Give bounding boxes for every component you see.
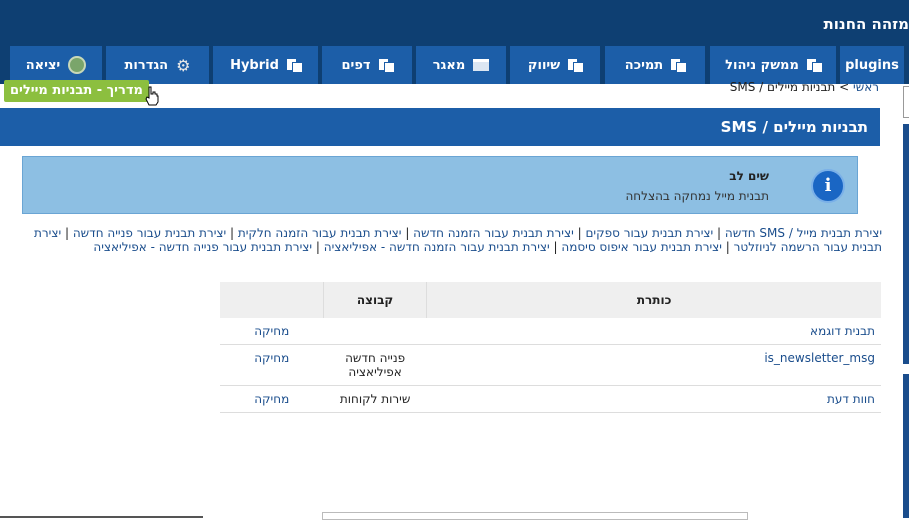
pages-icon — [568, 59, 582, 71]
breadcrumb-separator: > — [835, 80, 853, 94]
row-action-cell: מחיקה — [220, 318, 323, 345]
tab-hybrid[interactable]: Hybrid — [213, 46, 318, 84]
table-row: תבנית דוגמא מחיקה — [220, 318, 881, 345]
row-group-cell — [323, 318, 426, 345]
row-title-cell: is_newsletter_msg — [427, 345, 881, 386]
delete-link[interactable]: מחיקה — [254, 324, 289, 338]
column-group-header: קבוצה — [323, 282, 426, 318]
breadcrumb-home-link[interactable]: ראשי — [853, 80, 879, 94]
right-panel-edge — [903, 374, 909, 518]
top-bar: מזהה החנות — [0, 0, 909, 44]
link-password-reset-template[interactable]: יצירת תבנית עבור איפוס סיסמה — [561, 240, 722, 254]
row-title-cell: חוות דעת — [427, 386, 881, 413]
column-title-header: כותרת — [427, 282, 881, 318]
pages-icon — [379, 59, 393, 71]
tab-label: מאגר — [433, 58, 466, 73]
link-partial-order-template[interactable]: יצירת תבנית עבור הזמנה חלקית — [238, 226, 402, 240]
tab-plugins[interactable]: plugins — [840, 46, 904, 84]
breadcrumb: ראשי > תבניות מיילים / SMS — [730, 80, 879, 94]
templates-table: כותרת קבוצה תבנית דוגמא מחיקה is_newslet… — [220, 282, 881, 413]
tab-label: שיווק — [528, 58, 560, 73]
side-scroll-box[interactable] — [903, 86, 909, 118]
bottom-panel — [322, 512, 748, 520]
row-action-cell: מחיקה — [220, 345, 323, 386]
tab-marketing[interactable]: שיווק — [510, 46, 600, 84]
tab-label: plugins — [845, 58, 899, 73]
link-suppliers-template[interactable]: יצירת תבנית עבור ספקים — [585, 226, 713, 240]
column-actions-header — [220, 282, 323, 318]
row-group-cell: פנייה חדשה אפיליאציה — [323, 345, 426, 386]
link-new-inquiry-template[interactable]: יצירת תבנית עבור פנייה חדשה — [73, 226, 226, 240]
row-title-cell: תבנית דוגמא — [427, 318, 881, 345]
link-affiliate-order-template[interactable]: יצירת תבנית עבור הזמנה חדשה - אפיליאציה — [324, 240, 550, 254]
table-row: is_newsletter_msg פנייה חדשה אפיליאציה מ… — [220, 345, 881, 386]
tab-label: ממשק ניהול — [725, 58, 799, 73]
tab-label: דפים — [341, 58, 370, 73]
tab-settings[interactable]: הגדרות ⚙ — [106, 46, 209, 84]
tab-logout[interactable]: יציאה — [10, 46, 102, 84]
store-title: מזהה החנות — [824, 15, 909, 33]
pages-icon — [287, 59, 301, 71]
main-nav: plugins ממשק ניהול תמיכה שיווק מאגר דפים… — [0, 44, 909, 84]
template-title-link[interactable]: תבנית דוגמא — [810, 324, 875, 338]
table-header-row: כותרת קבוצה — [220, 282, 881, 318]
notice-message: תבנית מייל נמחקה בהצלחה — [625, 189, 769, 203]
template-title-link[interactable]: חוות דעת — [827, 392, 875, 406]
template-title-link[interactable]: is_newsletter_msg — [764, 351, 875, 365]
gear-icon: ⚙ — [176, 56, 190, 75]
hand-cursor-icon — [145, 86, 159, 106]
delete-link[interactable]: מחיקה — [254, 392, 289, 406]
tab-label: הגדרות — [125, 58, 169, 73]
link-new-template[interactable]: יצירת תבנית מייל / SMS חדשה — [725, 226, 882, 240]
notice-title: שים לב — [729, 169, 769, 183]
avatar-icon — [68, 56, 86, 74]
tab-label: תמיכה — [625, 58, 663, 73]
page-header: תבניות מיילים / SMS — [0, 108, 880, 146]
pages-icon — [671, 59, 685, 71]
notice-box: i שים לב תבנית מייל נמחקה בהצלחה — [22, 156, 858, 214]
breadcrumb-current: תבניות מיילים / SMS — [730, 80, 836, 94]
table-row: חוות דעת שירות לקוחות מחיקה — [220, 386, 881, 413]
delete-link[interactable]: מחיקה — [254, 351, 289, 365]
tab-pages[interactable]: דפים — [322, 46, 412, 84]
tab-label: יציאה — [26, 58, 61, 73]
row-group-cell: שירות לקוחות — [323, 386, 426, 413]
info-icon: i — [811, 169, 845, 203]
link-new-order-template[interactable]: יצירת תבנית עבור הזמנה חדשה — [413, 226, 574, 240]
row-action-cell: מחיקה — [220, 386, 323, 413]
right-panel-edge — [903, 124, 909, 364]
link-affiliate-inquiry-template[interactable]: יצירת תבנית עבור פנייה חדשה - אפיליאציה — [93, 240, 312, 254]
pages-icon — [807, 59, 821, 71]
guide-tooltip[interactable]: מדריך - תבניות מיילים — [4, 80, 149, 102]
window-icon — [473, 59, 489, 71]
page-title: תבניות מיילים / SMS — [721, 118, 868, 136]
template-links: יצירת תבנית מייל / SMS חדשה | יצירת תבני… — [30, 226, 882, 254]
tab-repository[interactable]: מאגר — [416, 46, 506, 84]
tab-support[interactable]: תמיכה — [605, 46, 705, 84]
tab-label: Hybrid — [230, 58, 279, 73]
tab-admin[interactable]: ממשק ניהול — [710, 46, 836, 84]
